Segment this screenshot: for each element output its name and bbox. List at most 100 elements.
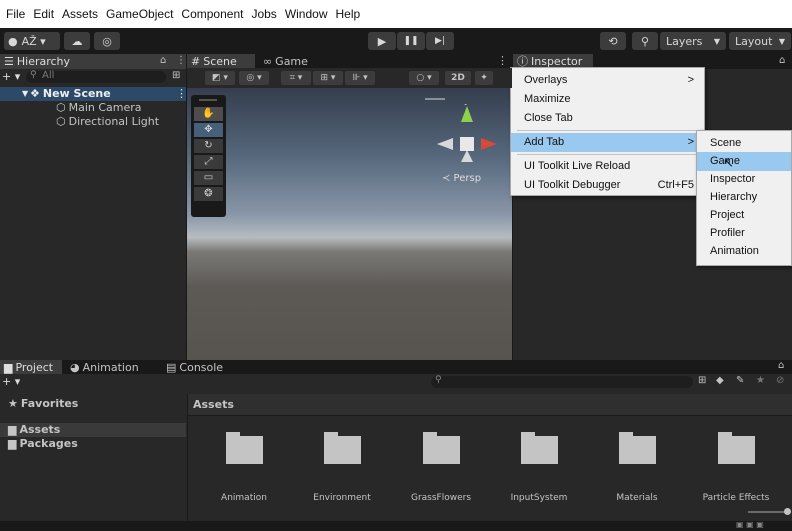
- menu-item-ui-toolkit-debugger[interactable]: UI Toolkit Debugger Ctrl+F5: [511, 176, 704, 195]
- menu-item-label: Overlays: [524, 74, 568, 86]
- submenu-item-project[interactable]: Project: [697, 206, 791, 225]
- render-mode-dropdown[interactable]: ○ ▾: [409, 71, 439, 85]
- lock-icon[interactable]: ⌂: [160, 55, 166, 66]
- tab-game[interactable]: ∞ Game: [259, 54, 319, 69]
- scale-tool-button[interactable]: ⤢: [194, 155, 223, 169]
- rect-tool-button[interactable]: ▭: [194, 171, 223, 185]
- menu-jobs[interactable]: Jobs: [251, 7, 276, 21]
- menu-gameobject[interactable]: GameObject: [106, 7, 173, 21]
- filter-by-type-icon[interactable]: ⊞: [698, 375, 706, 386]
- submenu-item-scene[interactable]: Scene: [697, 134, 791, 153]
- scene-tabbar: # Scene ∞ Game ⋮: [187, 54, 512, 69]
- tab-scene[interactable]: # Scene: [187, 54, 255, 69]
- persp-label[interactable]: ≺ Persp: [442, 173, 481, 184]
- scale-icon: ⤢: [204, 156, 213, 167]
- slider-thumb[interactable]: [784, 508, 791, 515]
- status-icons: ▣ ▣ ▣: [736, 520, 764, 529]
- history-button[interactable]: ⟲: [600, 32, 626, 50]
- menu-file[interactable]: File: [6, 7, 25, 21]
- menu-item-overlays[interactable]: Overlays >: [511, 71, 704, 90]
- submenu-item-inspector[interactable]: Inspector: [697, 170, 791, 189]
- hierarchy-item-directional-light[interactable]: ⬡ Directional Light: [0, 115, 159, 129]
- hierarchy-item-main-camera[interactable]: ⬡ Main Camera: [0, 101, 142, 115]
- overlay-handle[interactable]: [199, 99, 217, 101]
- submenu-arrow-icon: >: [687, 136, 694, 148]
- lock-icon[interactable]: ⌂: [779, 55, 785, 66]
- hidden-packages-icon[interactable]: ⊘: [776, 375, 784, 386]
- folder-particle-effects[interactable]: [718, 432, 755, 464]
- view-options-dropdown[interactable]: ◎ ▾: [239, 71, 269, 85]
- hierarchy-search-field[interactable]: ⚲ All: [26, 70, 166, 83]
- menu-edit[interactable]: Edit: [33, 7, 54, 21]
- transform-tool-button[interactable]: ❂: [194, 187, 223, 201]
- layout-dropdown[interactable]: Layout ▼: [729, 32, 791, 50]
- lighting-toggle[interactable]: ✦: [475, 71, 493, 85]
- tab-animation[interactable]: ◕ Animation: [66, 360, 150, 375]
- menu-item-maximize[interactable]: Maximize: [511, 90, 704, 109]
- packages-row[interactable]: ▆ Packages: [0, 437, 78, 451]
- menu-window[interactable]: Window: [285, 7, 328, 21]
- more-menu-icon[interactable]: ⋮: [176, 55, 186, 66]
- cloud-button[interactable]: ☁: [64, 32, 90, 50]
- folder-grassflowers[interactable]: [423, 432, 460, 464]
- search-options-icon[interactable]: ⊞: [172, 70, 180, 81]
- gizmo-handle[interactable]: [425, 98, 445, 100]
- menu-separator: [517, 130, 698, 131]
- collab-button[interactable]: ◎: [94, 32, 120, 50]
- folder-animation[interactable]: [226, 432, 263, 464]
- icon-size-slider[interactable]: [748, 508, 791, 515]
- more-menu-icon[interactable]: ⋮: [497, 54, 508, 67]
- lock-icon[interactable]: ⌂: [778, 360, 784, 371]
- folder-environment[interactable]: [324, 432, 361, 464]
- favorites-row[interactable]: ★ Favorites: [0, 397, 78, 411]
- orientation-gizmo[interactable]: y: [427, 104, 507, 174]
- submenu-item-animation[interactable]: Animation: [697, 242, 791, 261]
- increment-snap-dropdown[interactable]: ⊞ ▾: [313, 71, 343, 85]
- scene-viewport[interactable]: ✋ ✥ ↻ ⤢ ▭ ❂ y ≺ Persp: [187, 68, 512, 360]
- item-label: Directional Light: [68, 115, 160, 128]
- gameobject-cube-icon: ⬡: [56, 101, 66, 114]
- move-tool-button[interactable]: ✥: [194, 123, 223, 137]
- grid-snap-dropdown[interactable]: ⌗ ▾: [281, 71, 311, 85]
- step-button[interactable]: ▶|: [426, 32, 454, 50]
- menu-assets[interactable]: Assets: [62, 7, 98, 21]
- menu-item-ui-toolkit-live-reload[interactable]: UI Toolkit Live Reload: [511, 157, 704, 176]
- pause-button[interactable]: ❚❚: [397, 32, 425, 50]
- layers-dropdown[interactable]: Layers ▼: [660, 32, 726, 50]
- menu-item-add-tab[interactable]: Add Tab >: [511, 133, 704, 152]
- tag-icon[interactable]: ✎: [736, 375, 744, 386]
- hand-tool-button[interactable]: ✋: [194, 107, 223, 121]
- search-button[interactable]: ⚲: [632, 32, 658, 50]
- play-button[interactable]: ▶: [368, 32, 396, 50]
- account-dropdown[interactable]: ● AŽ ▾: [4, 32, 60, 50]
- scene-row[interactable]: ▼ ❖ New Scene ⋮: [0, 87, 187, 101]
- gizmo-y-axis[interactable]: [461, 106, 473, 122]
- toggle-2d-button[interactable]: 2D: [445, 71, 471, 85]
- draw-mode-dropdown[interactable]: ◩ ▾: [205, 71, 235, 85]
- menu-help[interactable]: Help: [336, 7, 361, 21]
- scene-more-icon[interactable]: ⋮: [176, 87, 187, 101]
- tab-console[interactable]: ▤ Console: [162, 360, 228, 375]
- project-search-field[interactable]: ⚲: [431, 375, 693, 388]
- assets-browser: Assets: [187, 394, 792, 531]
- transform-icon: ❂: [204, 188, 213, 199]
- filter-by-label-icon[interactable]: ◆: [716, 375, 724, 386]
- folder-materials[interactable]: [619, 432, 656, 464]
- menu-component[interactable]: Component: [181, 7, 243, 21]
- gizmo-x-axis[interactable]: [481, 138, 497, 150]
- tab-project[interactable]: ▆ Project: [0, 360, 62, 375]
- submenu-item-profiler[interactable]: Profiler: [697, 224, 791, 243]
- folder-inputsystem[interactable]: [521, 432, 558, 464]
- animation-clock-icon: ◕: [70, 361, 80, 374]
- assets-row[interactable]: ▆ Assets: [0, 423, 186, 437]
- menu-item-close-tab[interactable]: Close Tab: [511, 109, 704, 128]
- tab-hierarchy[interactable]: ☰ Hierarchy: [0, 54, 186, 69]
- submenu-item-hierarchy[interactable]: Hierarchy: [697, 188, 791, 207]
- project-folder-tree: ★ Favorites ▆ Assets ▆ Packages: [0, 394, 186, 531]
- star-icon[interactable]: ★: [756, 375, 765, 386]
- add-button[interactable]: + ▾: [2, 375, 20, 388]
- add-button[interactable]: + ▾: [2, 70, 20, 83]
- align-dropdown[interactable]: ⊪ ▾: [345, 71, 375, 85]
- rotate-tool-button[interactable]: ↻: [194, 139, 223, 153]
- submenu-item-game[interactable]: Game ↖: [697, 152, 791, 171]
